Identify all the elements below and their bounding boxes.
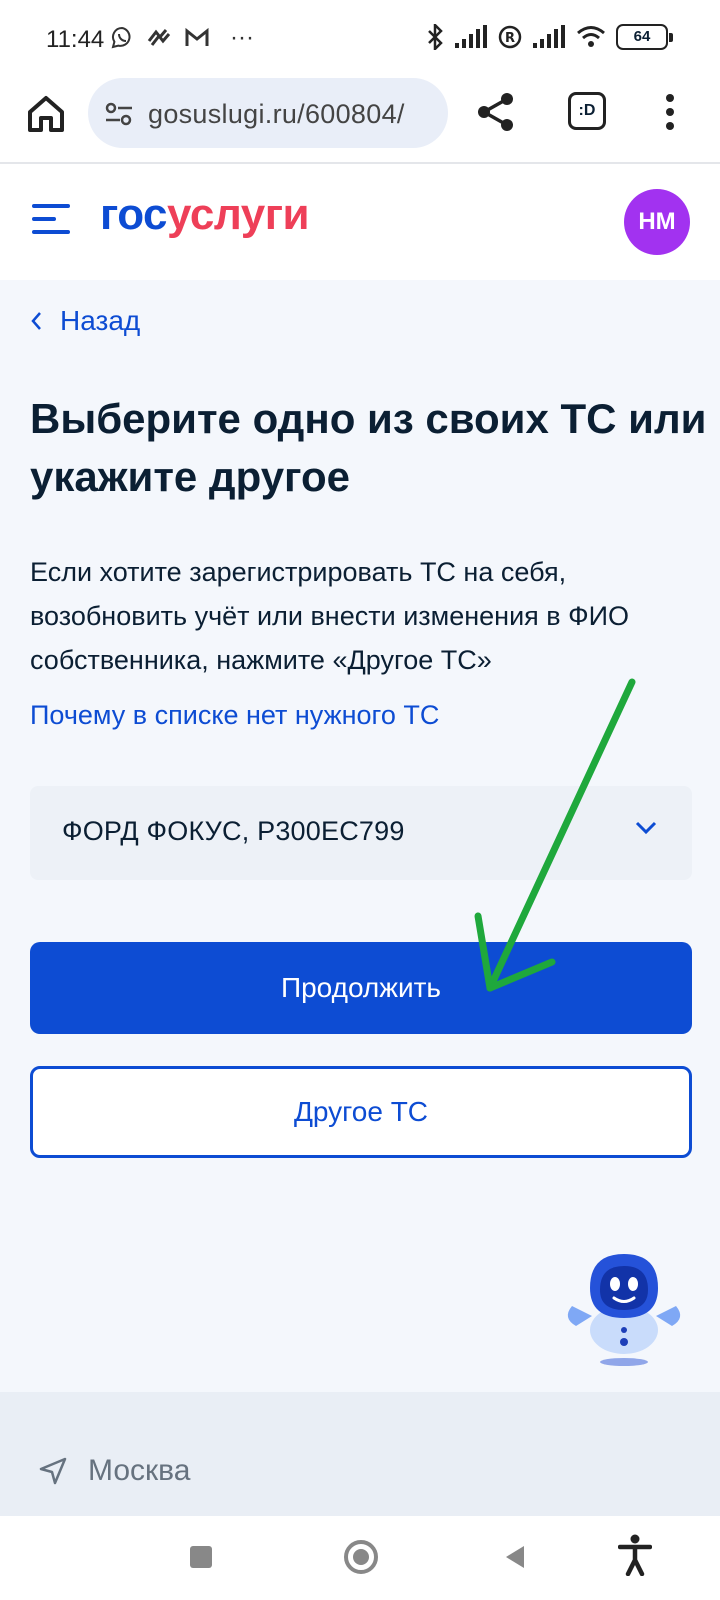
home-icon[interactable] xyxy=(22,90,70,138)
back-label: Назад xyxy=(60,305,141,336)
system-nav-bar xyxy=(0,1516,720,1600)
back-link[interactable]: Назад xyxy=(30,305,140,337)
site-header: госуслуги НМ xyxy=(0,164,720,280)
more-notifications-icon: ··· xyxy=(230,24,254,51)
vehicle-select-value: ФОРД ФОКУС, Р300ЕС799 xyxy=(62,816,405,846)
footer: Москва xyxy=(0,1392,720,1516)
browser-toolbar: gosuslugi.ru/600804/ :D xyxy=(0,78,720,164)
menu-icon[interactable] xyxy=(32,204,70,236)
tabs-button[interactable]: :D xyxy=(568,92,606,130)
battery-level: 64 xyxy=(633,28,651,45)
site-settings-icon[interactable] xyxy=(104,102,134,126)
home-button-icon[interactable] xyxy=(344,1540,378,1574)
url-text[interactable]: gosuslugi.ru/600804/ xyxy=(148,99,405,130)
signal-icon-2 xyxy=(533,25,565,48)
status-icons: R 64 xyxy=(426,24,673,50)
battery-icon: 64 xyxy=(616,24,673,50)
why-not-in-list-link[interactable]: Почему в списке нет нужного ТС xyxy=(30,700,439,731)
status-bar: 11:44 ··· R 64 xyxy=(0,0,720,78)
robot-assistant-icon[interactable] xyxy=(562,1244,686,1368)
location-label: Москва xyxy=(88,1454,191,1487)
address-bar[interactable]: gosuslugi.ru/600804/ xyxy=(88,78,448,148)
avatar[interactable]: НМ xyxy=(624,189,690,255)
chevron-left-icon xyxy=(31,312,41,330)
app-icon xyxy=(147,29,171,46)
annotation-arrow-icon xyxy=(474,678,636,992)
status-time: 11:44 xyxy=(46,26,105,53)
accessibility-icon[interactable] xyxy=(618,1534,652,1576)
other-vehicle-button[interactable]: Другое ТС xyxy=(30,1066,692,1158)
notification-icons: ··· xyxy=(110,24,254,52)
back-icon[interactable] xyxy=(504,1544,526,1570)
svg-text:R: R xyxy=(505,31,515,46)
gmail-icon xyxy=(185,27,209,46)
signal-icon xyxy=(455,25,487,48)
more-menu-icon[interactable] xyxy=(664,92,676,132)
page-title: Выберите одно из своих ТС или укажите др… xyxy=(30,395,707,500)
bluetooth-icon xyxy=(428,24,443,50)
page-description: Если хотите зарегистрировать ТС на себя,… xyxy=(30,557,630,675)
gosuslugi-logo[interactable]: госуслуги xyxy=(100,190,310,240)
location-arrow-icon xyxy=(39,1457,67,1485)
viber-icon xyxy=(111,26,131,49)
roaming-icon: R xyxy=(498,25,522,49)
location-selector[interactable]: Москва xyxy=(38,1454,190,1488)
share-icon[interactable] xyxy=(474,90,518,134)
recents-icon[interactable] xyxy=(190,1546,212,1568)
wifi-icon xyxy=(577,26,605,47)
